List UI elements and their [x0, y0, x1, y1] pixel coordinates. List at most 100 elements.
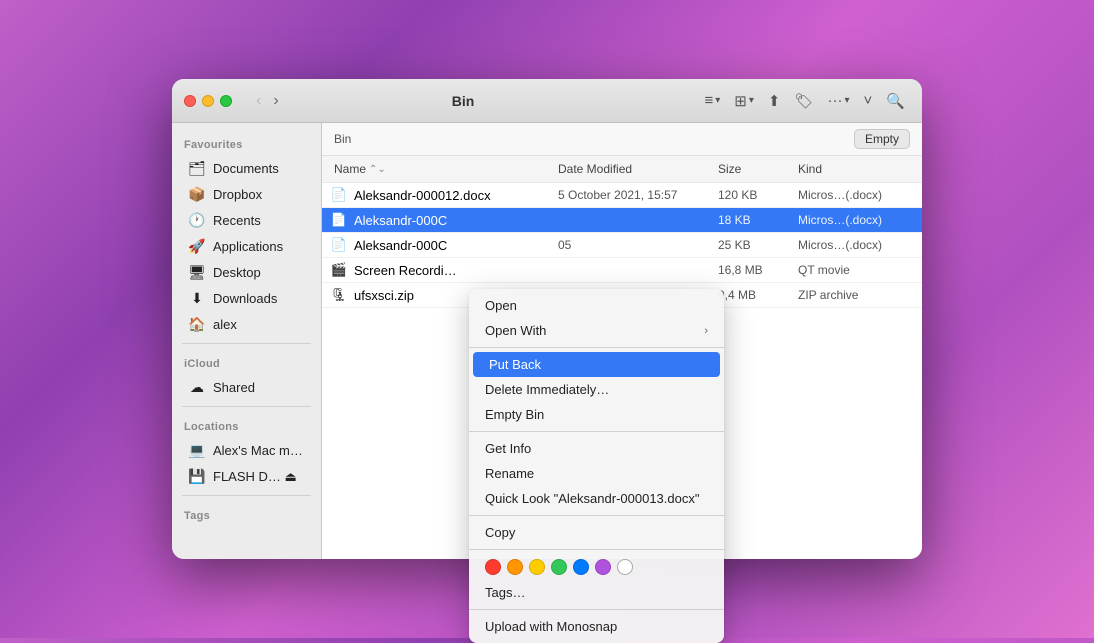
ctx-rename[interactable]: Rename: [469, 461, 724, 486]
grid-view-button[interactable]: ⊞ ▾: [729, 88, 759, 114]
tags-label: Tags: [172, 502, 321, 526]
sidebar-item-dropbox[interactable]: 📦 Dropbox: [178, 182, 315, 207]
minimize-button[interactable]: [202, 95, 214, 107]
more-button[interactable]: ··· ▾: [823, 88, 855, 113]
ctx-separator-3: [469, 515, 724, 516]
forward-button[interactable]: ›: [269, 90, 282, 112]
shared-icon: ☁: [188, 379, 206, 396]
share-button[interactable]: ⬆: [763, 88, 786, 114]
tag-green[interactable]: [551, 559, 567, 575]
ctx-upload-monosnap-label: Upload with Monosnap: [485, 619, 617, 634]
ctx-copy-label: Copy: [485, 525, 515, 540]
file-area-header: Bin Empty: [322, 123, 922, 156]
table-row[interactable]: 📄 Aleksandr-000C 05 25 KB Micros…(.docx): [322, 233, 922, 258]
more-chevron: ▾: [845, 95, 850, 106]
grid-view-icon: ⊞: [734, 92, 747, 110]
file-type-icon: 🗜: [330, 286, 348, 304]
close-button[interactable]: [184, 95, 196, 107]
nav-buttons: ‹ ›: [252, 90, 283, 112]
tag-none[interactable]: [617, 559, 633, 575]
sidebar-item-flash[interactable]: 💾 FLASH D… ⏏: [178, 464, 315, 489]
file-name: Aleksandr-000C: [354, 238, 447, 253]
recents-icon: 🕐: [188, 212, 206, 229]
ctx-open[interactable]: Open: [469, 293, 724, 318]
ctx-separator-4: [469, 549, 724, 550]
table-row[interactable]: 📄 Aleksandr-000012.docx 5 October 2021, …: [322, 183, 922, 208]
table-row[interactable]: 📄 Aleksandr-000C 18 KB Micros…(.docx): [322, 208, 922, 233]
dropbox-icon: 📦: [188, 186, 206, 203]
locations-label: Locations: [172, 413, 321, 437]
sidebar-item-documents[interactable]: 🗂 Documents: [178, 156, 315, 181]
file-kind: ZIP archive: [794, 288, 914, 302]
chevron-down-icon: ˅: [864, 92, 873, 109]
grid-view-chevron: ▾: [749, 95, 754, 106]
sidebar-divider-2: [182, 406, 311, 407]
ctx-delete-immediately[interactable]: Delete Immediately…: [469, 377, 724, 402]
file-name: Screen Recordi…: [354, 263, 457, 278]
tag-red[interactable]: [485, 559, 501, 575]
col-header-date[interactable]: Date Modified: [554, 160, 714, 178]
desktop-icon: 🖥: [188, 264, 206, 281]
user-icon: 🏠: [188, 316, 206, 333]
ctx-empty-bin-label: Empty Bin: [485, 407, 544, 422]
icloud-label: iCloud: [172, 350, 321, 374]
file-type-icon: 🎬: [330, 261, 348, 279]
tag-yellow[interactable]: [529, 559, 545, 575]
ctx-tags[interactable]: Tags…: [469, 580, 724, 605]
sidebar-item-user[interactable]: 🏠 alex: [178, 312, 315, 337]
tag-button[interactable]: 🏷: [789, 88, 818, 114]
ctx-get-info[interactable]: Get Info: [469, 436, 724, 461]
sidebar-item-desktop[interactable]: 🖥 Desktop: [178, 260, 315, 285]
ctx-empty-bin[interactable]: Empty Bin: [469, 402, 724, 427]
chevron-down-button[interactable]: ˅: [859, 88, 878, 113]
file-type-icon: 📄: [330, 236, 348, 254]
maximize-button[interactable]: [220, 95, 232, 107]
search-button[interactable]: 🔍: [881, 88, 910, 114]
ctx-put-back[interactable]: Put Back: [473, 352, 720, 377]
finder-window: ‹ › Bin ≡ ▾ ⊞ ▾ ⬆ 🏷 ··· ▾ ˅: [172, 79, 922, 559]
ctx-open-with[interactable]: Open With ›: [469, 318, 724, 343]
sidebar: Favourites 🗂 Documents 📦 Dropbox 🕐 Recen…: [172, 123, 322, 559]
file-date: 5 October 2021, 15:57: [554, 188, 714, 202]
col-header-name[interactable]: Name ⌃⌄: [330, 160, 554, 178]
sidebar-item-label: Applications: [213, 239, 283, 254]
sidebar-item-shared[interactable]: ☁ Shared: [178, 375, 315, 400]
sidebar-item-label: Desktop: [213, 265, 261, 280]
ctx-upload-monosnap[interactable]: Upload with Monosnap: [469, 614, 724, 639]
applications-icon: 🚀: [188, 238, 206, 255]
mac-icon: 💻: [188, 442, 206, 459]
breadcrumb: Bin: [334, 132, 351, 146]
list-view-button[interactable]: ≡ ▾: [699, 88, 725, 113]
sidebar-item-downloads[interactable]: ⬇ Downloads: [178, 286, 315, 311]
ctx-copy[interactable]: Copy: [469, 520, 724, 545]
downloads-icon: ⬇: [188, 290, 206, 307]
sidebar-item-mac[interactable]: 💻 Alex's Mac m…: [178, 438, 315, 463]
ctx-separator-5: [469, 609, 724, 610]
sidebar-item-label: Documents: [213, 161, 279, 176]
ctx-quick-look[interactable]: Quick Look "Aleksandr-000013.docx": [469, 486, 724, 511]
table-row[interactable]: 🎬 Screen Recordi… 16,8 MB QT movie: [322, 258, 922, 283]
sidebar-item-label: Alex's Mac m…: [213, 443, 303, 458]
favourites-label: Favourites: [172, 131, 321, 155]
ctx-open-with-label: Open With: [485, 323, 546, 338]
context-menu: Open Open With › Put Back Delete Immedia…: [469, 289, 724, 643]
sidebar-item-applications[interactable]: 🚀 Applications: [178, 234, 315, 259]
col-header-size[interactable]: Size: [714, 160, 794, 178]
share-icon: ⬆: [768, 92, 781, 110]
documents-icon: 🗂: [188, 160, 206, 177]
search-icon: 🔍: [886, 92, 905, 110]
ctx-open-with-arrow: ›: [704, 325, 708, 337]
col-header-kind[interactable]: Kind: [794, 160, 914, 178]
file-size: 18 KB: [714, 213, 794, 227]
tag-orange[interactable]: [507, 559, 523, 575]
ctx-delete-immediately-label: Delete Immediately…: [485, 382, 609, 397]
tag-purple[interactable]: [595, 559, 611, 575]
tag-blue[interactable]: [573, 559, 589, 575]
sidebar-item-recents[interactable]: 🕐 Recents: [178, 208, 315, 233]
ctx-put-back-label: Put Back: [489, 357, 541, 372]
empty-button[interactable]: Empty: [854, 129, 910, 149]
file-size: 16,8 MB: [714, 263, 794, 277]
list-view-chevron: ▾: [715, 95, 720, 106]
file-date: 05: [554, 238, 714, 252]
back-button[interactable]: ‹: [252, 90, 265, 112]
